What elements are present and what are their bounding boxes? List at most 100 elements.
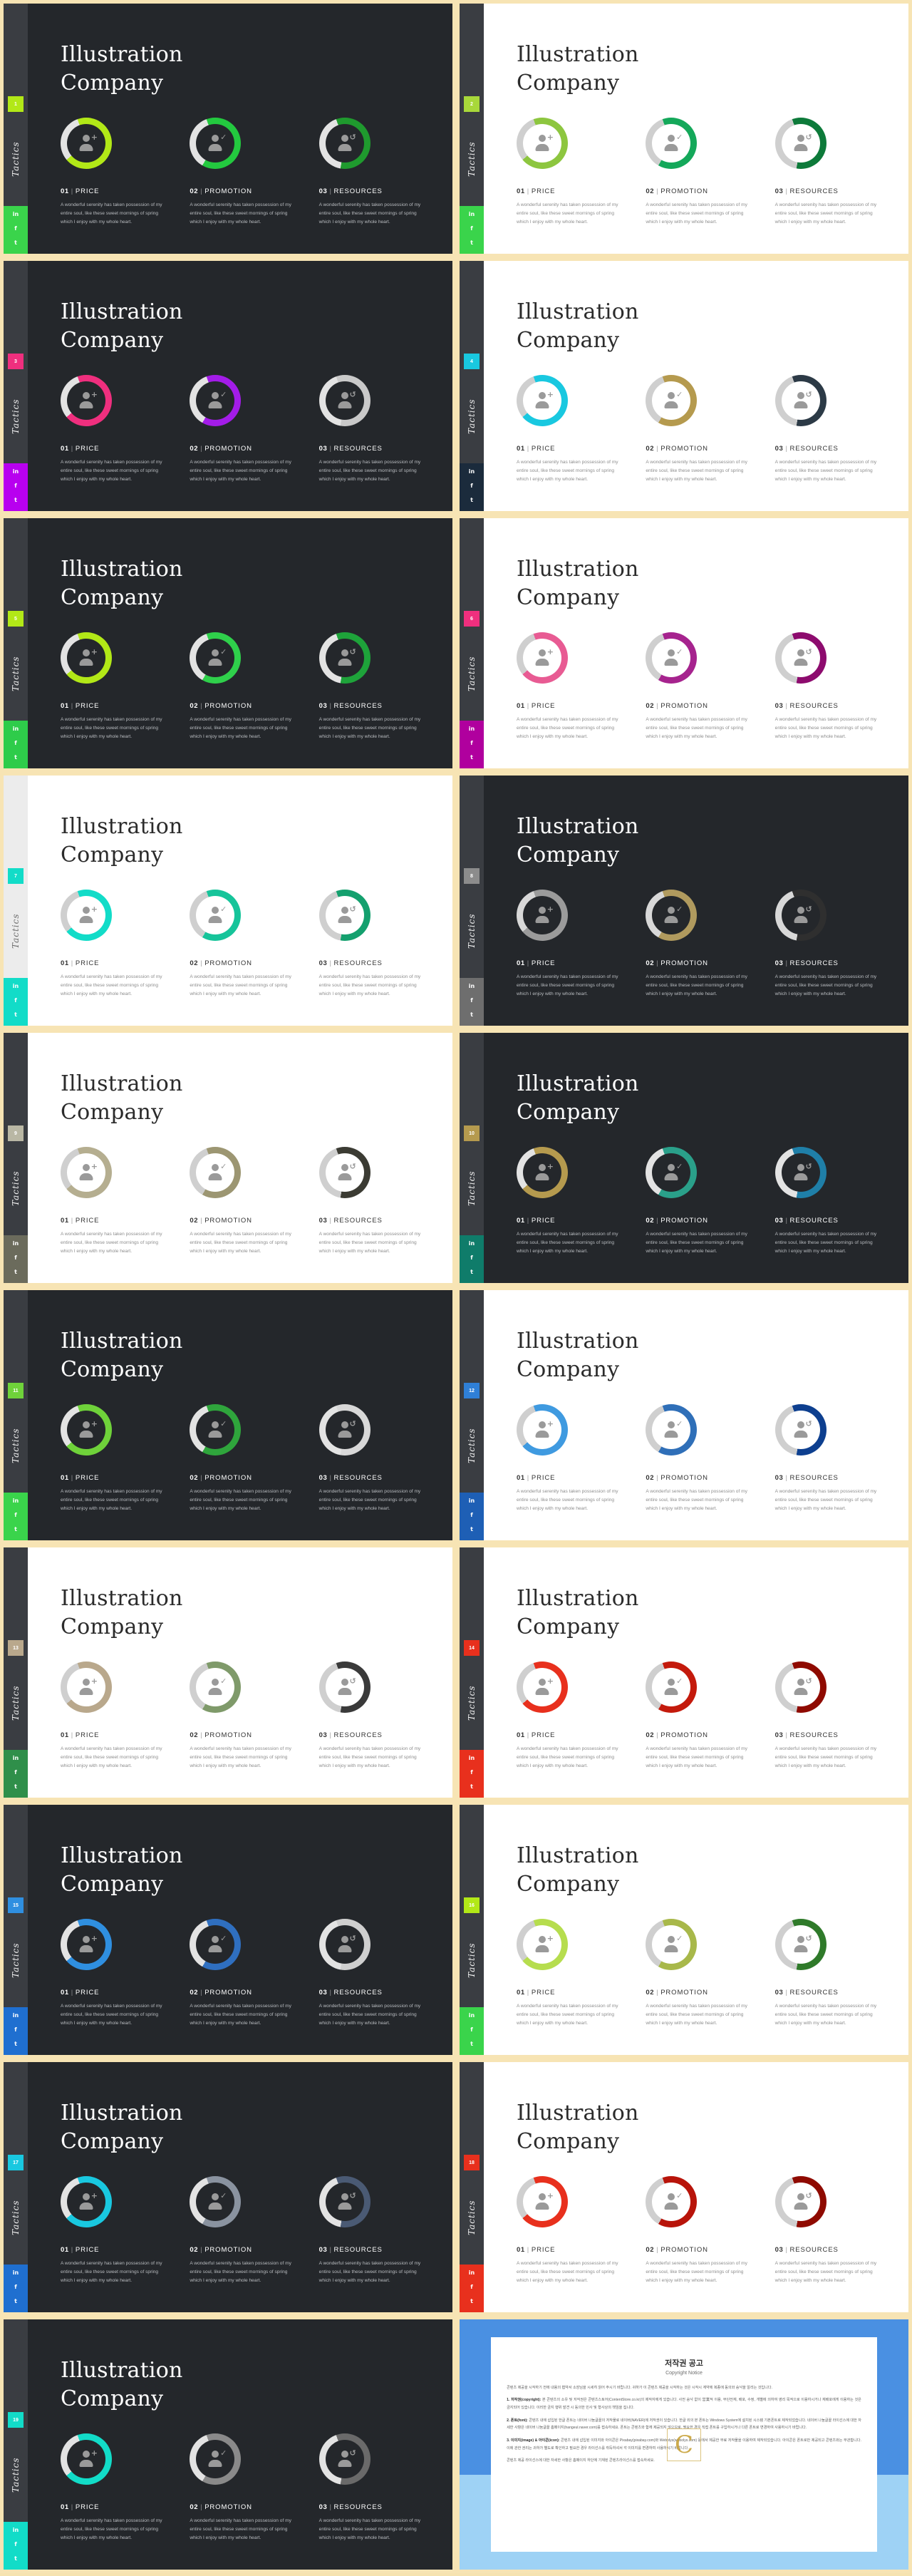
facebook-icon[interactable]: f (12, 739, 20, 747)
facebook-icon[interactable]: f (12, 2283, 20, 2291)
social-links[interactable]: in f t (4, 1235, 28, 1283)
slide-thumbnail[interactable]: 10 Tactics in f t Illustration Company +01 |… (460, 1033, 908, 1283)
slide-thumbnail[interactable]: 13 Tactics in f t Illustration Company +01 |… (4, 1547, 452, 1798)
twitter-icon[interactable]: t (12, 1783, 20, 1791)
slide-thumbnail[interactable]: 11 Tactics in f t Illustration Company +01 |… (4, 1290, 452, 1540)
linkedin-icon[interactable]: in (12, 210, 20, 218)
slide-cell-8[interactable]: 8 Tactics in f t Illustration Company +01 | P… (456, 772, 912, 1029)
slide-thumbnail[interactable]: 5 Tactics in f t Illustration Company +01 | P… (4, 518, 452, 768)
slide-thumbnail[interactable]: 7 Tactics in f t Illustration Company +01 | P… (4, 776, 452, 1026)
linkedin-icon[interactable]: in (12, 725, 20, 733)
facebook-icon[interactable]: f (468, 1768, 476, 1776)
facebook-icon[interactable]: f (468, 1254, 476, 1262)
facebook-icon[interactable]: f (468, 225, 476, 232)
social-links[interactable]: in f t (460, 978, 484, 1026)
slide-cell-17[interactable]: 17 Tactics in f t Illustration Company +01 |… (0, 2059, 456, 2316)
twitter-icon[interactable]: t (468, 1783, 476, 1791)
slide-cell-3[interactable]: 3 Tactics in f t Illustration Company +01 | P… (0, 257, 456, 515)
slide-thumbnail[interactable]: 2 Tactics in f t Illustration Company +01 | P… (460, 4, 908, 254)
twitter-icon[interactable]: t (12, 2297, 20, 2305)
linkedin-icon[interactable]: in (468, 1240, 476, 1247)
facebook-icon[interactable]: f (12, 482, 20, 490)
facebook-icon[interactable]: f (12, 2540, 20, 2548)
twitter-icon[interactable]: t (468, 496, 476, 504)
slide-cell-4[interactable]: 4 Tactics in f t Illustration Company +01 | P… (456, 257, 912, 515)
slide-thumbnail[interactable]: 12 Tactics in f t Illustration Company +01 |… (460, 1290, 908, 1540)
linkedin-icon[interactable]: in (12, 468, 20, 475)
social-links[interactable]: in f t (460, 463, 484, 511)
linkedin-icon[interactable]: in (468, 468, 476, 475)
slide-thumbnail[interactable]: 6 Tactics in f t Illustration Company +01 | P… (460, 518, 908, 768)
slide-cell-10[interactable]: 10 Tactics in f t Illustration Company +01 |… (456, 1029, 912, 1287)
facebook-icon[interactable]: f (468, 1511, 476, 1519)
slide-cell-15[interactable]: 15 Tactics in f t Illustration Company +01 |… (0, 1801, 456, 2059)
slide-cell-12[interactable]: 12 Tactics in f t Illustration Company +01 |… (456, 1287, 912, 1544)
social-links[interactable]: in f t (460, 1235, 484, 1283)
slide-thumbnail[interactable]: 9 Tactics in f t Illustration Company +01 | P… (4, 1033, 452, 1283)
linkedin-icon[interactable]: in (12, 982, 20, 990)
slide-thumbnail[interactable]: 8 Tactics in f t Illustration Company +01 | P… (460, 776, 908, 1026)
social-links[interactable]: in f t (4, 1750, 28, 1798)
twitter-icon[interactable]: t (12, 2040, 20, 2048)
social-links[interactable]: in f t (460, 2007, 484, 2055)
facebook-icon[interactable]: f (468, 2283, 476, 2291)
slide-thumbnail[interactable]: 15 Tactics in f t Illustration Company +01 |… (4, 1805, 452, 2055)
linkedin-icon[interactable]: in (468, 2011, 476, 2019)
twitter-icon[interactable]: t (468, 753, 476, 761)
social-links[interactable]: in f t (460, 721, 484, 768)
facebook-icon[interactable]: f (468, 2026, 476, 2034)
slide-thumbnail[interactable]: 17 Tactics in f t Illustration Company +01 |… (4, 2062, 452, 2312)
twitter-icon[interactable]: t (12, 2555, 20, 2562)
slide-thumbnail[interactable]: 4 Tactics in f t Illustration Company +01 | P… (460, 261, 908, 511)
twitter-icon[interactable]: t (12, 496, 20, 504)
slide-thumbnail[interactable]: 3 Tactics in f t Illustration Company +01 | P… (4, 261, 452, 511)
slide-cell-2[interactable]: 2 Tactics in f t Illustration Company +01 | P… (456, 0, 912, 257)
twitter-icon[interactable]: t (468, 2040, 476, 2048)
social-links[interactable]: in f t (460, 1750, 484, 1798)
slide-cell-14[interactable]: 14 Tactics in f t Illustration Company +01 |… (456, 1544, 912, 1801)
facebook-icon[interactable]: f (12, 1511, 20, 1519)
linkedin-icon[interactable]: in (468, 982, 476, 990)
linkedin-icon[interactable]: in (468, 1754, 476, 1762)
slide-cell-13[interactable]: 13 Tactics in f t Illustration Company +01 |… (0, 1544, 456, 1801)
social-links[interactable]: in f t (4, 463, 28, 511)
slide-thumbnail[interactable]: 18 Tactics in f t Illustration Company +01 |… (460, 2062, 908, 2312)
facebook-icon[interactable]: f (468, 996, 476, 1004)
facebook-icon[interactable]: f (12, 2026, 20, 2034)
slide-thumbnail[interactable]: 16 Tactics in f t Illustration Company +01 |… (460, 1805, 908, 2055)
social-links[interactable]: in f t (460, 206, 484, 254)
linkedin-icon[interactable]: in (468, 2269, 476, 2277)
slide-thumbnail[interactable]: 14 Tactics in f t Illustration Company +01 |… (460, 1547, 908, 1798)
facebook-icon[interactable]: f (468, 739, 476, 747)
slide-cell-16[interactable]: 16 Tactics in f t Illustration Company +01 |… (456, 1801, 912, 2059)
slide-cell-5[interactable]: 5 Tactics in f t Illustration Company +01 | P… (0, 515, 456, 772)
slide-cell-19[interactable]: 19 Tactics in f t Illustration Company +01 |… (0, 2316, 456, 2573)
linkedin-icon[interactable]: in (12, 1240, 20, 1247)
slide-cell-copyright[interactable]: 저작권 공고 Copyright Notice 콘텐츠 제공을 시작하기 전에 내용… (456, 2316, 912, 2573)
social-links[interactable]: in f t (4, 2522, 28, 2570)
twitter-icon[interactable]: t (468, 1268, 476, 1276)
linkedin-icon[interactable]: in (12, 2011, 20, 2019)
twitter-icon[interactable]: t (468, 2297, 476, 2305)
twitter-icon[interactable]: t (468, 1011, 476, 1019)
twitter-icon[interactable]: t (12, 1525, 20, 1533)
facebook-icon[interactable]: f (12, 996, 20, 1004)
facebook-icon[interactable]: f (12, 1768, 20, 1776)
social-links[interactable]: in f t (4, 206, 28, 254)
slide-thumbnail[interactable]: 19 Tactics in f t Illustration Company +01 |… (4, 2319, 452, 2570)
slide-cell-11[interactable]: 11 Tactics in f t Illustration Company +01 |… (0, 1287, 456, 1544)
social-links[interactable]: in f t (4, 721, 28, 768)
slide-cell-9[interactable]: 9 Tactics in f t Illustration Company +01 | P… (0, 1029, 456, 1287)
slide-thumbnail[interactable]: 1 Tactics in f t Illustration Company +01 | P… (4, 4, 452, 254)
twitter-icon[interactable]: t (468, 239, 476, 247)
facebook-icon[interactable]: f (468, 482, 476, 490)
twitter-icon[interactable]: t (12, 239, 20, 247)
social-links[interactable]: in f t (4, 1493, 28, 1540)
social-links[interactable]: in f t (4, 2007, 28, 2055)
facebook-icon[interactable]: f (12, 225, 20, 232)
twitter-icon[interactable]: t (12, 1011, 20, 1019)
social-links[interactable]: in f t (4, 978, 28, 1026)
twitter-icon[interactable]: t (12, 753, 20, 761)
twitter-icon[interactable]: t (12, 1268, 20, 1276)
linkedin-icon[interactable]: in (12, 1754, 20, 1762)
